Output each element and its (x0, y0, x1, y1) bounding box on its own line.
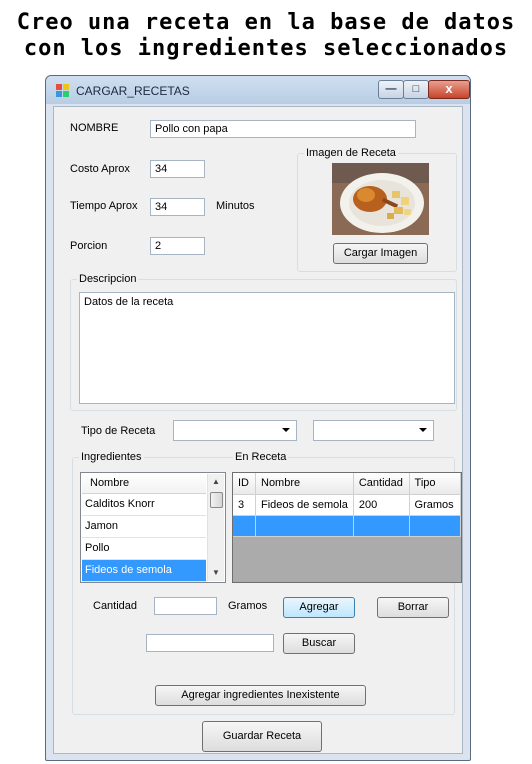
minimize-button[interactable]: — (378, 80, 404, 99)
buscar-button[interactable]: Buscar (283, 633, 355, 654)
borrar-button[interactable]: Borrar (377, 597, 449, 618)
table-cell[interactable] (353, 515, 410, 537)
list-item-selected[interactable]: Fideos de semola (82, 560, 206, 582)
tipo-receta-combo-1[interactable] (173, 420, 297, 441)
nombre-label: NOMBRE (70, 122, 119, 134)
cantidad-input[interactable] (154, 597, 217, 615)
window-title: CARGAR_RECETAS (76, 84, 190, 98)
descripcion-group: Descripcion Datos de la receta (70, 273, 457, 411)
maximize-icon: □ (412, 83, 420, 95)
imagen-receta-group: Imagen de Receta Cargar Imagen (297, 147, 457, 272)
tipo-receta-combo-2[interactable] (313, 420, 434, 441)
porcion-label: Porcion (70, 240, 108, 252)
close-button[interactable]: x (428, 80, 470, 99)
table-new-row[interactable] (233, 515, 461, 537)
list-item[interactable]: Pollo (82, 538, 206, 560)
cargar-recetas-window: CARGAR_RECETAS — □ x NOMBRE Pollo con pa… (45, 75, 471, 761)
list-item-label: Fideos de semola (85, 564, 172, 576)
descripcion-textarea[interactable]: Datos de la receta (79, 292, 455, 404)
agregar-ingredientes-inexistente-button[interactable]: Agregar ingredientes Inexistente (155, 685, 366, 706)
en-receta-header-row: ID Nombre Cantidad Tipo (233, 473, 461, 495)
ingredientes-list[interactable]: Nombre Calditos Knorr Jamon Pollo Fideos… (80, 472, 226, 583)
form-client-area: NOMBRE Pollo con papa Costo Aprox 34 Tie… (53, 106, 463, 754)
imagen-receta-group-title: Imagen de Receta (304, 147, 398, 159)
list-item-label: Calditos Knorr (85, 498, 155, 510)
tipo-receta-label: Tipo de Receta (81, 425, 156, 437)
list-item[interactable]: Jamon (82, 516, 206, 538)
porcion-input[interactable]: 2 (150, 237, 205, 255)
ingredientes-group: Ingredientes En Receta Nombre Calditos K… (72, 451, 462, 715)
table-cell[interactable]: Gramos (409, 494, 461, 516)
heading-line-1: Creo una receta en la base de datos (16, 10, 516, 35)
ingredientes-scrollbar[interactable]: ▲ ▼ (207, 474, 224, 581)
cantidad-label: Cantidad (93, 600, 138, 612)
scroll-thumb[interactable] (210, 492, 223, 508)
chevron-down-icon (282, 428, 290, 432)
table-cell[interactable] (255, 515, 354, 537)
title-bar[interactable]: CARGAR_RECETAS — □ x (46, 76, 470, 104)
table-cell[interactable]: 3 (233, 494, 256, 516)
app-icon (56, 84, 69, 97)
close-icon: x (445, 81, 453, 96)
list-item-label: Jamon (85, 520, 119, 532)
cargar-imagen-button[interactable]: Cargar Imagen (333, 243, 428, 264)
table-cell[interactable] (233, 515, 256, 537)
descripcion-group-title: Descripcion (77, 273, 139, 285)
maximize-button[interactable]: □ (403, 80, 429, 99)
en-receta-group-title: En Receta (233, 451, 289, 463)
ingredientes-column-header: Nombre (90, 477, 130, 489)
col-header-nombre[interactable]: Nombre (255, 473, 354, 495)
costo-input[interactable]: 34 (150, 160, 205, 178)
tiempo-label: Tiempo Aprox (70, 200, 138, 212)
en-receta-grid[interactable]: ID Nombre Cantidad Tipo 3 Fideos de semo… (232, 472, 462, 583)
col-header-cantidad[interactable]: Cantidad (353, 473, 410, 495)
table-row[interactable]: 3 Fideos de semola 200 Gramos (233, 494, 461, 516)
tiempo-unit-label: Minutos (216, 200, 255, 212)
en-receta-table: ID Nombre Cantidad Tipo 3 Fideos de semo… (233, 473, 461, 537)
list-item[interactable]: Calditos Knorr (82, 494, 206, 516)
col-header-id[interactable]: ID (233, 473, 256, 495)
table-cell[interactable] (409, 515, 461, 537)
nombre-input[interactable]: Pollo con papa (150, 120, 416, 138)
scroll-down-icon[interactable]: ▼ (208, 565, 224, 581)
chevron-down-icon (419, 428, 427, 432)
buscar-input[interactable] (146, 634, 274, 652)
scroll-up-icon[interactable]: ▲ (208, 474, 224, 490)
ingredientes-group-title: Ingredientes (79, 451, 144, 463)
guardar-receta-button[interactable]: Guardar Receta (202, 721, 322, 752)
costo-label: Costo Aprox (70, 163, 130, 175)
table-cell[interactable]: 200 (353, 494, 410, 516)
agregar-button[interactable]: Agregar (283, 597, 355, 618)
table-cell[interactable]: Fideos de semola (255, 494, 354, 516)
list-item-label: Pollo (85, 542, 110, 554)
tiempo-input[interactable]: 34 (150, 198, 205, 216)
heading-line-2: con los ingredientes seleccionados (23, 36, 509, 61)
ingredientes-list-header: Nombre (82, 474, 206, 494)
col-header-tipo[interactable]: Tipo (409, 473, 461, 495)
minimize-icon: — (385, 83, 397, 95)
recipe-photo (332, 163, 429, 235)
cantidad-unit-label: Gramos (228, 600, 268, 612)
